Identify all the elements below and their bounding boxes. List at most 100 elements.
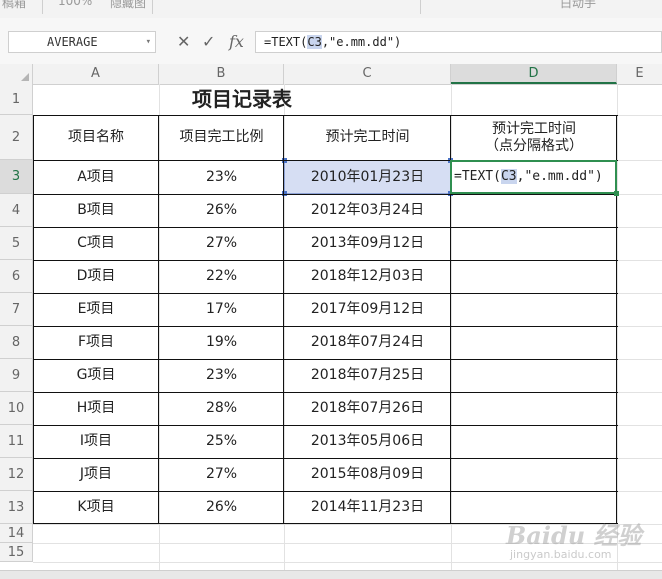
- ribbon-separator: [42, 0, 43, 14]
- ribbon-separator: [152, 0, 153, 14]
- close-icon[interactable]: ✕: [177, 31, 190, 53]
- edit-text-pre: =TEXT(: [454, 169, 501, 184]
- header-completion-ratio[interactable]: 项目完工比例: [159, 115, 284, 160]
- cell-project-name[interactable]: D项目: [33, 260, 159, 293]
- cell-ratio[interactable]: 26%: [159, 491, 284, 524]
- table-border: [33, 194, 618, 195]
- cell-ratio[interactable]: 27%: [159, 227, 284, 260]
- row-header-5[interactable]: 5: [0, 227, 33, 260]
- cell-date[interactable]: 2018年12月03日: [284, 260, 451, 293]
- table-border: [158, 115, 159, 524]
- ribbon-item-zoom[interactable]: 100%: [58, 0, 92, 8]
- cell-date[interactable]: 2017年09月12日: [284, 293, 451, 326]
- row-header-14[interactable]: 14: [0, 524, 33, 543]
- cell-project-name[interactable]: C项目: [33, 227, 159, 260]
- ribbon-right-text[interactable]: 白动手: [560, 0, 596, 11]
- table-border: [283, 115, 284, 524]
- row-header-8[interactable]: 8: [0, 326, 33, 359]
- active-cell-editor[interactable]: =TEXT(C3,"e.mm.dd"): [450, 160, 617, 194]
- row-header-9[interactable]: 9: [0, 359, 33, 392]
- row-header-12[interactable]: 12: [0, 458, 33, 491]
- cell-ratio[interactable]: 19%: [159, 326, 284, 359]
- cell-ratio[interactable]: 28%: [159, 392, 284, 425]
- name-box[interactable]: AVERAGE ▾: [8, 31, 156, 53]
- table-border: [33, 227, 618, 228]
- cell-ratio[interactable]: 23%: [159, 359, 284, 392]
- cell-project-name[interactable]: K项目: [33, 491, 159, 524]
- table-border: [33, 326, 618, 327]
- row-header-15[interactable]: 15: [0, 543, 33, 562]
- formula-ref-highlight: C3: [307, 35, 322, 49]
- row-header-6[interactable]: 6: [0, 260, 33, 293]
- header-line-2: （点分隔格式）: [485, 137, 583, 154]
- cell-date[interactable]: 2014年11月23日: [284, 491, 451, 524]
- ribbon-item-hide[interactable]: 隐藏图: [110, 0, 146, 11]
- sheet-title[interactable]: 项目记录表: [33, 84, 451, 115]
- select-all-triangle-icon: [21, 73, 29, 81]
- row-header-4[interactable]: 4: [0, 194, 33, 227]
- edit-ref-highlight: C3: [500, 169, 517, 184]
- chevron-down-icon[interactable]: ▾: [146, 32, 151, 52]
- ribbon-separator: [420, 0, 421, 14]
- ribbon-toolbar: 稿箱 100% 隐藏图 白动手: [0, 0, 662, 19]
- column-header-d[interactable]: D: [451, 64, 617, 84]
- table-border: [33, 491, 618, 492]
- cell-project-name[interactable]: E项目: [33, 293, 159, 326]
- watermark-url: jingyan.baidu.com: [510, 548, 612, 561]
- table-border: [33, 115, 34, 524]
- fx-icon[interactable]: fx: [229, 31, 244, 53]
- cell-project-name[interactable]: I项目: [33, 425, 159, 458]
- column-header-e[interactable]: E: [617, 64, 662, 84]
- check-icon[interactable]: ✓: [202, 31, 215, 53]
- cell-date[interactable]: 2012年03月24日: [284, 194, 451, 227]
- table-border: [33, 115, 618, 116]
- header-project-name[interactable]: 项目名称: [33, 115, 159, 160]
- select-all-corner[interactable]: [0, 64, 33, 84]
- column-header-a[interactable]: A: [33, 64, 159, 84]
- header-line-1: 预计完工时间: [492, 120, 576, 137]
- cell-ratio[interactable]: 25%: [159, 425, 284, 458]
- fill-handle[interactable]: [614, 191, 619, 196]
- cell-ratio[interactable]: 27%: [159, 458, 284, 491]
- column-header-b[interactable]: B: [159, 64, 284, 84]
- table-border: [33, 260, 618, 261]
- cell-ratio[interactable]: 22%: [159, 260, 284, 293]
- cell-project-name[interactable]: F项目: [33, 326, 159, 359]
- row-header-2[interactable]: 2: [0, 115, 33, 160]
- ribbon-left-text[interactable]: 稿箱: [2, 0, 26, 11]
- cell-project-name[interactable]: B项目: [33, 194, 159, 227]
- row-header-13[interactable]: 13: [0, 491, 33, 524]
- cell-date[interactable]: 2010年01月23日: [284, 160, 451, 194]
- gridline: [617, 84, 618, 578]
- cell-project-name[interactable]: H项目: [33, 392, 159, 425]
- formula-input[interactable]: =TEXT(C3,"e.mm.dd"): [255, 31, 662, 53]
- cell-date[interactable]: 2013年09月12日: [284, 227, 451, 260]
- row-header-1[interactable]: 1: [0, 84, 33, 115]
- cell-ratio[interactable]: 23%: [159, 160, 284, 194]
- gridline: [33, 543, 662, 544]
- cell-project-name[interactable]: J项目: [33, 458, 159, 491]
- row-header-11[interactable]: 11: [0, 425, 33, 458]
- gridline: [33, 562, 662, 563]
- column-header-c[interactable]: C: [284, 64, 451, 84]
- cell-date[interactable]: 2018年07月26日: [284, 392, 451, 425]
- row-header-10[interactable]: 10: [0, 392, 33, 425]
- header-expected-date[interactable]: 预计完工时间: [284, 115, 451, 160]
- cell-ratio[interactable]: 26%: [159, 194, 284, 227]
- cell-project-name[interactable]: A项目: [33, 160, 159, 194]
- cell-date[interactable]: 2015年08月09日: [284, 458, 451, 491]
- cell-date[interactable]: 2018年07月24日: [284, 326, 451, 359]
- gridline: [33, 524, 662, 525]
- header-expected-date-dot[interactable]: 预计完工时间 （点分隔格式）: [451, 115, 617, 160]
- cell-ratio[interactable]: 17%: [159, 293, 284, 326]
- cell-date[interactable]: 2018年07月25日: [284, 359, 451, 392]
- row-header-7[interactable]: 7: [0, 293, 33, 326]
- table-border: [33, 392, 618, 393]
- cell-project-name[interactable]: G项目: [33, 359, 159, 392]
- cell-date[interactable]: 2013年05月06日: [284, 425, 451, 458]
- formula-text-post: ,"e.mm.dd"): [321, 35, 402, 49]
- watermark-logo: Baidu 经验: [506, 521, 642, 550]
- table-border: [33, 458, 618, 459]
- row-header-3[interactable]: 3: [0, 160, 33, 194]
- name-box-value: AVERAGE: [47, 35, 98, 49]
